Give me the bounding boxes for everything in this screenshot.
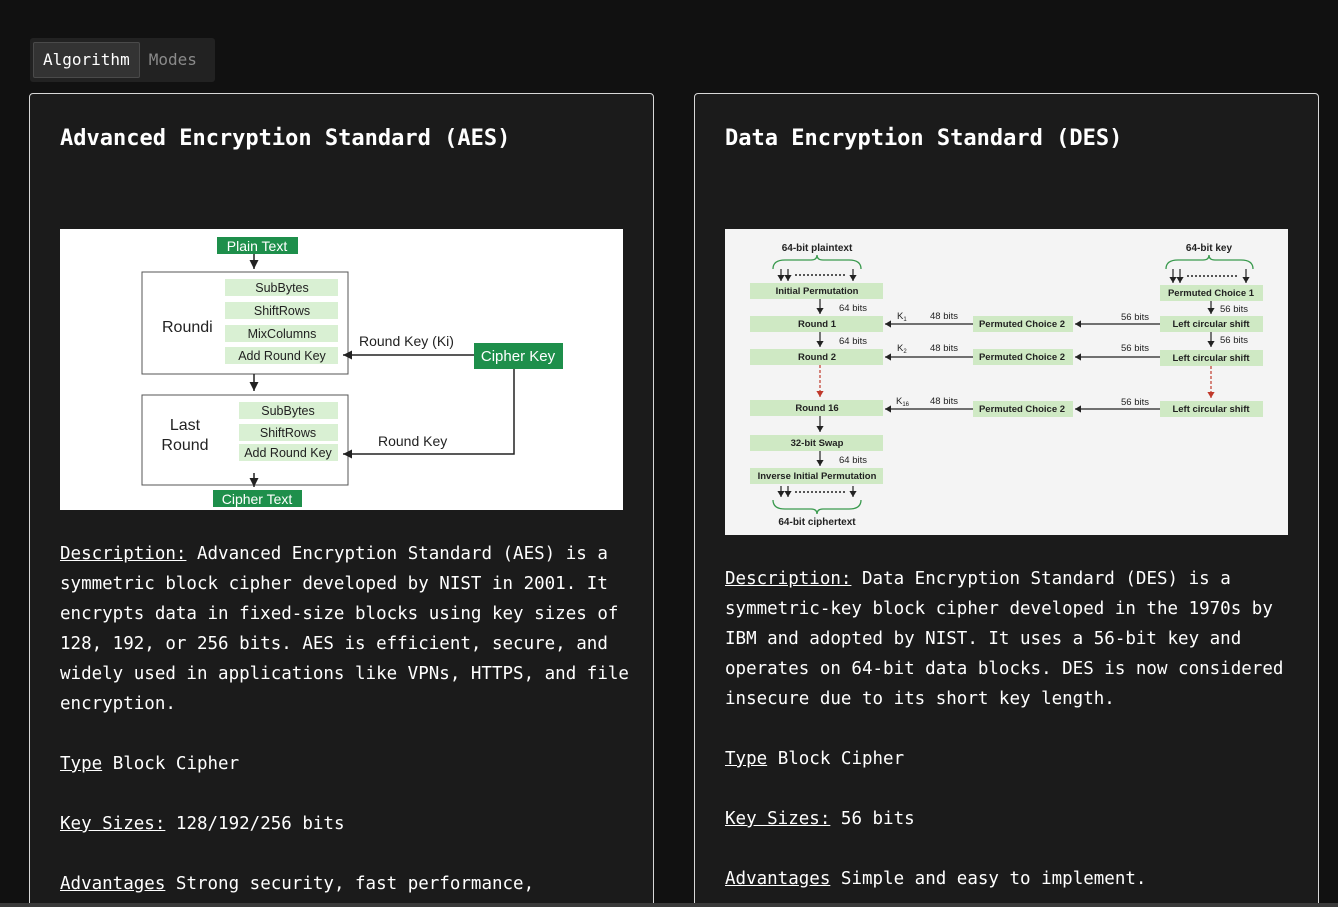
des-64bits-2: 64 bits <box>839 336 867 347</box>
des-64bits-3: 64 bits <box>839 455 867 466</box>
tab-bar: Algorithm Modes <box>30 38 215 82</box>
aes-key-sizes-value: 128/192/256 bits <box>175 814 345 834</box>
des-56bits-b: 56 bits <box>1121 343 1149 354</box>
aes-card: Advanced Encryption Standard (AES) Plain… <box>29 93 654 907</box>
des-64bits-1: 64 bits <box>839 303 867 314</box>
des-48bits-a: 48 bits <box>930 311 958 322</box>
aes-round-key-ki: Round Key (Ki) <box>359 333 454 349</box>
des-advantages-label: Advantages <box>725 869 831 889</box>
des-56bits-c: 56 bits <box>1121 397 1149 408</box>
des-key-sizes-value: 56 bits <box>840 809 915 829</box>
aes-type-label: Type <box>60 754 103 774</box>
des-permuted-choice-2-a: Permuted Choice 2 <box>979 319 1065 330</box>
des-48bits-b: 48 bits <box>930 343 958 354</box>
aes-step-subbytes: SubBytes <box>255 281 309 295</box>
des-type: Type Block Cipher <box>725 744 1295 774</box>
aes-title: Advanced Encryption Standard (AES) <box>60 126 511 151</box>
aes-last-round-1: Last <box>170 417 201 434</box>
des-left-shift-1: Left circular shift <box>1172 319 1250 330</box>
aes-advantages-label: Advantages <box>60 874 166 894</box>
aes-type-value: Block Cipher <box>112 754 240 774</box>
aes-key-sizes-label: Key Sizes: <box>60 814 166 834</box>
des-card: Data Encryption Standard (DES) 64-bit pl… <box>694 93 1319 907</box>
aes-diagram: Plain Text Roundi SubBytes ShiftRows Mix… <box>60 229 623 510</box>
des-key: 64-bit key <box>1186 243 1233 254</box>
horizontal-scrollbar[interactable] <box>0 903 1338 907</box>
des-type-value: Block Cipher <box>777 749 905 769</box>
des-description-text: Data Encryption Standard (DES) is a symm… <box>725 569 1284 709</box>
des-56bits-r1: 56 bits <box>1220 304 1248 315</box>
des-k1: K1 <box>897 311 907 323</box>
aes-advantages: Advantages Strong security, fast perform… <box>60 869 630 899</box>
des-swap: 32-bit Swap <box>791 438 844 449</box>
des-round-1: Round 1 <box>798 319 837 330</box>
des-48bits-c: 48 bits <box>930 396 958 407</box>
page: Algorithm Modes Advanced Encryption Stan… <box>0 0 1338 907</box>
aes-last-subbytes: SubBytes <box>261 404 315 418</box>
aes-last-addroundkey: Add Round Key <box>244 446 332 460</box>
des-56bits-r2: 56 bits <box>1220 335 1248 346</box>
aes-step-mixcolumns: MixColumns <box>248 327 317 341</box>
des-plaintext: 64-bit plaintext <box>782 243 853 254</box>
aes-description: Description: Advanced Encryption Standar… <box>60 539 630 719</box>
des-title: Data Encryption Standard (DES) <box>725 126 1123 151</box>
aes-step-shiftrows: ShiftRows <box>254 304 310 318</box>
des-description-label: Description: <box>725 569 852 589</box>
aes-round-key: Round Key <box>378 433 447 449</box>
aes-description-text: Advanced Encryption Standard (AES) is a … <box>60 544 629 714</box>
des-left-shift-16: Left circular shift <box>1172 404 1250 415</box>
aes-last-shiftrows: ShiftRows <box>260 426 316 440</box>
des-advantages: Advantages Simple and easy to implement. <box>725 864 1295 894</box>
des-round-2: Round 2 <box>798 352 836 363</box>
des-inverse-permutation: Inverse Initial Permutation <box>758 471 877 482</box>
aes-plain-text: Plain Text <box>227 238 288 254</box>
des-advantages-value: Simple and easy to implement. <box>840 869 1147 889</box>
des-round-16: Round 16 <box>795 403 838 414</box>
aes-cipher-text: Cipher Text <box>222 491 293 507</box>
des-k2: K2 <box>897 343 907 355</box>
des-left-shift-2: Left circular shift <box>1172 353 1250 364</box>
aes-description-label: Description: <box>60 544 187 564</box>
aes-cipher-key: Cipher Key <box>481 348 556 365</box>
aes-key-sizes: Key Sizes: 128/192/256 bits <box>60 809 630 839</box>
des-initial-permutation: Initial Permutation <box>776 286 859 297</box>
des-permuted-choice-2-b: Permuted Choice 2 <box>979 352 1065 363</box>
des-description: Description: Data Encryption Standard (D… <box>725 564 1295 714</box>
tab-modes[interactable]: Modes <box>140 42 206 78</box>
des-type-label: Type <box>725 749 768 769</box>
aes-round-label: Roundi <box>162 319 213 336</box>
aes-type: Type Block Cipher <box>60 749 630 779</box>
tab-algorithm[interactable]: Algorithm <box>33 42 140 78</box>
des-key-sizes: Key Sizes: 56 bits <box>725 804 1295 834</box>
des-k16: K16 <box>896 396 910 408</box>
des-permuted-choice-2-c: Permuted Choice 2 <box>979 404 1065 415</box>
des-56bits-a: 56 bits <box>1121 312 1149 323</box>
aes-last-round-2: Round <box>161 437 208 454</box>
aes-step-addroundkey: Add Round Key <box>238 349 326 363</box>
des-key-sizes-label: Key Sizes: <box>725 809 831 829</box>
des-diagram: 64-bit plaintext Initial Permutation 64 … <box>725 229 1288 535</box>
aes-advantages-value: Strong security, fast performance, <box>175 874 535 894</box>
des-permuted-choice-1: Permuted Choice 1 <box>1168 288 1255 299</box>
des-ciphertext: 64-bit ciphertext <box>778 517 856 528</box>
